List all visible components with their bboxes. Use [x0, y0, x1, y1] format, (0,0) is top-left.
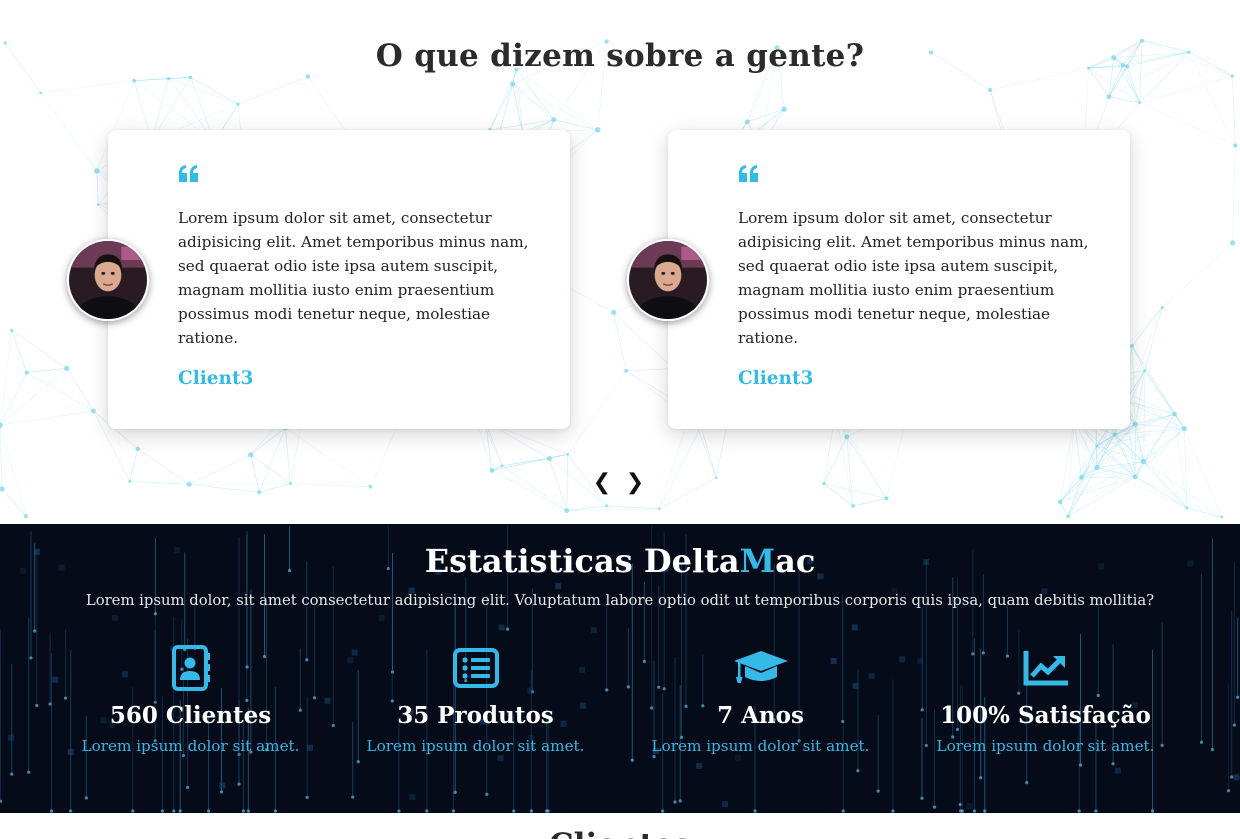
testimonial-client-name: Client3 — [738, 368, 814, 389]
stat-item-satisfaction: 100% Satisfação Lorem ipsum dolor sit am… — [903, 644, 1188, 755]
stat-value: 7 Anos — [717, 702, 804, 729]
statistics-title: Estatisticas DeltaMac — [0, 542, 1240, 580]
quote-left-icon — [179, 165, 198, 182]
client-photo-image — [629, 241, 707, 319]
clients-section-title: Clientes — [0, 827, 1240, 839]
testimonial-text: Lorem ipsum dolor sit amet, consectetur … — [178, 209, 529, 347]
testimonials-section: O que dizem sobre a gente? Lorem ipsum d… — [0, 0, 1240, 524]
statistics-title-prefix: Estatisticas Delta — [424, 542, 740, 580]
chart-line-icon — [1023, 651, 1068, 686]
stat-item-clients: 560 Clientes Lorem ipsum dolor sit amet. — [48, 644, 333, 755]
stat-value: 35 Produtos — [397, 702, 554, 729]
quote-left-icon — [739, 165, 758, 182]
client-photo-image — [69, 241, 147, 319]
clients-section: Clientes — [0, 813, 1240, 839]
statistics-title-suffix: ac — [775, 542, 816, 580]
stat-item-products: 35 Produtos Lorem ipsum dolor sit amet. — [333, 644, 618, 755]
testimonials-title: O que dizem sobre a gente? — [375, 38, 865, 74]
address-book-icon — [171, 645, 210, 691]
carousel-prev-button[interactable]: ❮ — [592, 470, 612, 496]
statistics-title-accent: M — [739, 542, 776, 580]
statistics-section: Estatisticas DeltaMac Lorem ipsum dolor,… — [0, 524, 1240, 813]
stat-description: Lorem ipsum dolor sit amet. — [651, 737, 870, 755]
graduation-cap-icon — [733, 651, 788, 683]
testimonial-card: Lorem ipsum dolor sit amet, consectetur … — [627, 130, 1130, 429]
stat-item-years: 7 Anos Lorem ipsum dolor sit amet. — [618, 644, 903, 755]
client-avatar — [627, 239, 709, 321]
testimonial-client-name: Client3 — [178, 368, 254, 389]
stat-description: Lorem ipsum dolor sit amet. — [936, 737, 1155, 755]
statistics-subtitle: Lorem ipsum dolor, sit amet consectetur … — [85, 592, 1155, 609]
list-icon — [452, 648, 499, 688]
testimonial-card: Lorem ipsum dolor sit amet, consectetur … — [67, 130, 570, 429]
stat-value: 560 Clientes — [109, 702, 272, 729]
carousel-next-button[interactable]: ❯ — [625, 470, 645, 496]
stat-value: 100% Satisfação — [940, 702, 1151, 729]
stat-description: Lorem ipsum dolor sit amet. — [366, 737, 585, 755]
carousel-navigation: ❮ ❯ — [592, 470, 648, 496]
client-avatar — [67, 239, 149, 321]
testimonial-text: Lorem ipsum dolor sit amet, consectetur … — [738, 209, 1089, 347]
stat-description: Lorem ipsum dolor sit amet. — [81, 737, 300, 755]
